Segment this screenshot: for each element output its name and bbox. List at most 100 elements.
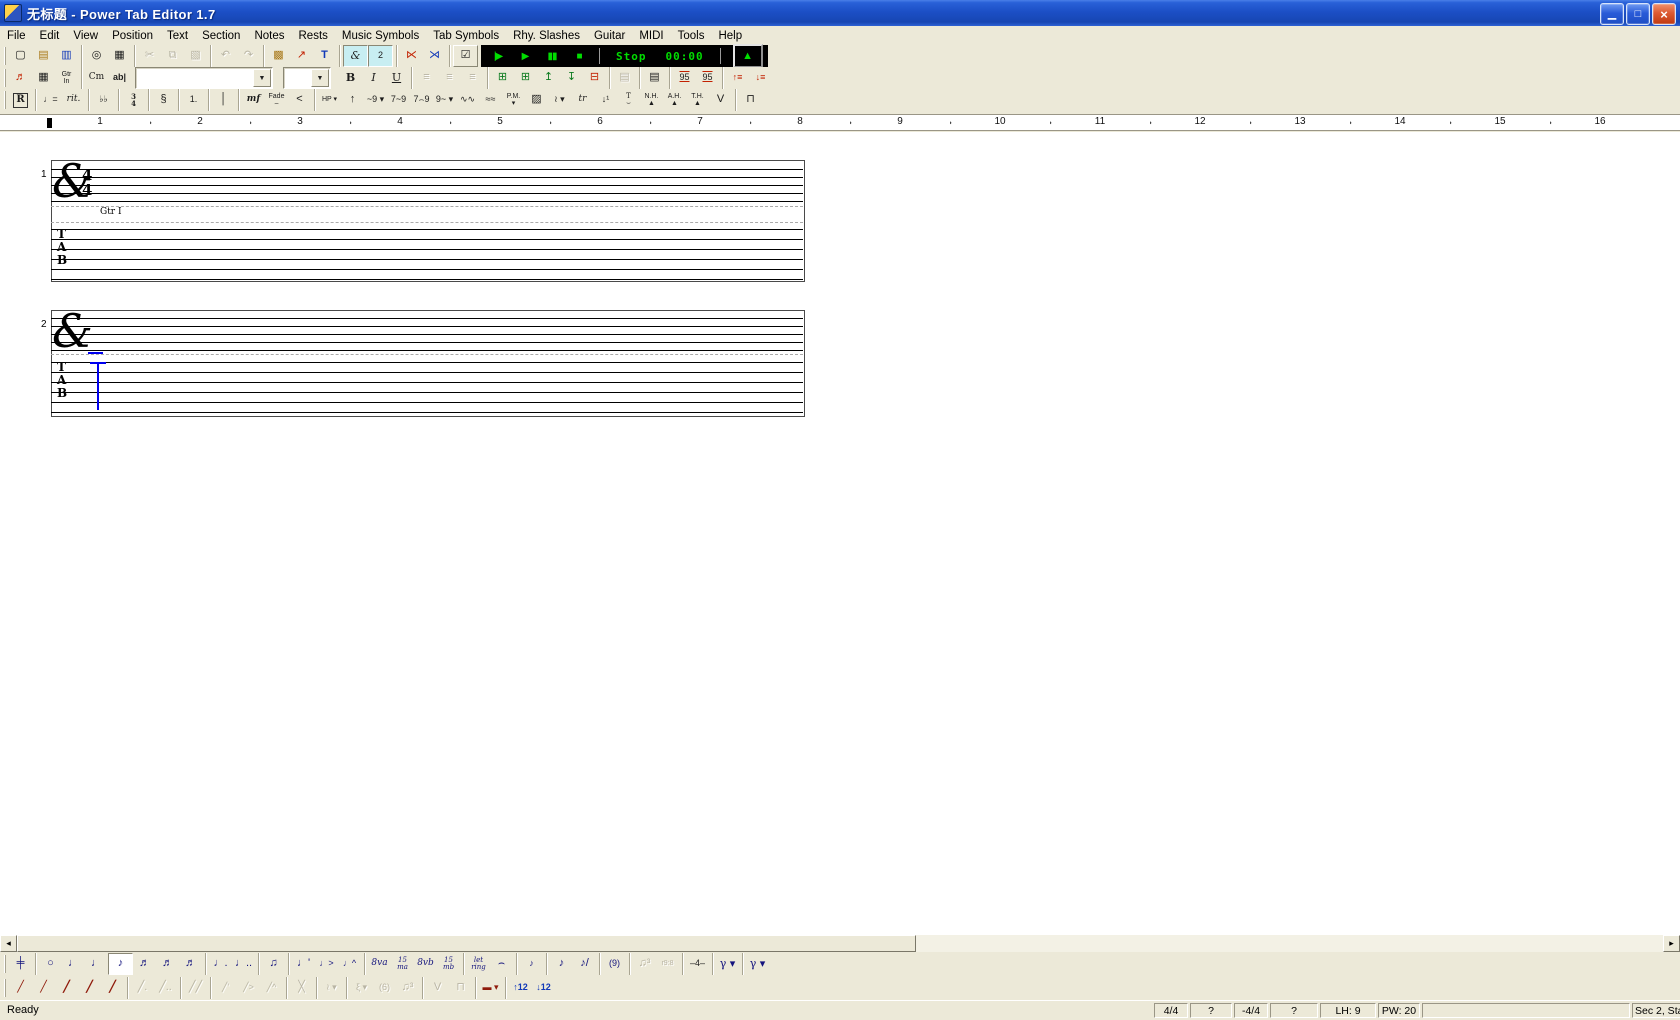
text-tool-icon[interactable]: ab| (108, 67, 131, 89)
position-width-alt-icon[interactable]: 95 (696, 67, 719, 89)
play-from-start-button[interactable]: |▶ (486, 47, 510, 65)
menu-position[interactable]: Position (105, 29, 160, 43)
sixtyfourth-note-icon[interactable]: ♬ (179, 953, 202, 975)
rest-duration-icon[interactable]: γ ▾ (716, 953, 739, 975)
scroll-left-button[interactable]: ◂ (0, 935, 17, 952)
undo-icon[interactable]: ↶ (214, 45, 237, 67)
align-right-icon[interactable]: ≡ (461, 67, 484, 89)
half-note-icon[interactable]: ♩ (62, 953, 85, 975)
pickstroke-icon[interactable]: ⊓ (739, 89, 762, 111)
add-rest-icon[interactable]: γ ▾ (746, 953, 769, 975)
double-dotted-note-icon[interactable]: ♩.. (232, 953, 255, 975)
dotted-slash-icon[interactable]: ╱. (131, 977, 154, 999)
decrease-staff-height-icon[interactable]: ↓≡ (749, 67, 772, 89)
tablature-staff[interactable] (51, 229, 803, 280)
hammer-pull-icon[interactable]: HP ▾ (318, 89, 341, 111)
chevron-down-icon[interactable]: ▼ (311, 69, 329, 87)
octave-15ma-icon[interactable]: 15 ma (391, 953, 414, 975)
toolbar-gripper[interactable] (2, 979, 9, 997)
slash-whole-icon[interactable]: ╱ (9, 977, 32, 999)
play-button[interactable]: ▶ (513, 47, 537, 65)
underline-icon[interactable]: U (385, 67, 408, 89)
triplet-slash-icon[interactable]: ♫³ (396, 977, 419, 999)
octave-8va-icon[interactable]: 8va (368, 953, 391, 975)
guitar-setup-icon[interactable]: ♬ (9, 67, 32, 89)
guitar-score-view-icon[interactable]: & (343, 45, 368, 67)
new-icon[interactable]: ▢ (9, 45, 32, 67)
accent-slash-icon[interactable]: ╱> (237, 977, 260, 999)
single-note-icon[interactable]: ▬ ▾ (479, 977, 502, 999)
sixteenth-note-icon[interactable]: ♬ (133, 953, 156, 975)
line-spacing-icon[interactable]: ▤ (643, 67, 666, 89)
heavy-accent-slash-icon[interactable]: ╱^ (260, 977, 283, 999)
add-staff-icon[interactable]: ⊞ (514, 67, 537, 89)
toolbar-gripper[interactable] (2, 955, 9, 973)
tap-icon[interactable]: T ⌣ (617, 89, 640, 111)
pickstroke-slash-icon[interactable]: ⊓ (449, 977, 472, 999)
slash-half-icon[interactable]: ╱ (32, 977, 55, 999)
slash-sixteenth-icon[interactable]: ╱ (101, 977, 124, 999)
staff-properties-icon[interactable]: ▤ (613, 67, 636, 89)
trill-icon[interactable]: tr (571, 89, 594, 111)
menu-help[interactable]: Help (711, 29, 749, 43)
guitar-tuner-icon[interactable]: ⋉ (400, 45, 423, 67)
grace-note-slash-icon[interactable]: ♪/ (573, 953, 596, 975)
menu-file[interactable]: File (0, 29, 33, 43)
triplet-icon[interactable]: ♫³ (633, 953, 656, 975)
natural-harmonic-icon[interactable]: N.H. ▲ (640, 89, 663, 111)
mixer-icon[interactable]: ▩ (267, 45, 290, 67)
print-preview-icon[interactable]: ◎ (85, 45, 108, 67)
font-combo[interactable]: ▼ (135, 67, 273, 89)
dynamic-icon[interactable]: mf (242, 89, 265, 111)
align-center-icon[interactable]: ≡ (438, 67, 461, 89)
alteration-of-pace-icon[interactable]: rit. (62, 89, 85, 111)
beam-notes-icon[interactable]: ♫ (262, 953, 285, 975)
menu-midi[interactable]: MIDI (632, 29, 670, 43)
chord-name-icon[interactable]: Cm (85, 67, 108, 89)
menu-music-symbols[interactable]: Music Symbols (335, 29, 426, 43)
octave-15mb-icon[interactable]: 15 mb (437, 953, 460, 975)
slash-quarter-icon[interactable]: ╱ (55, 977, 78, 999)
tab-view-icon[interactable]: 2 (368, 45, 393, 67)
scroll-right-button[interactable]: ▸ (1663, 935, 1680, 952)
wide-vibrato-icon[interactable]: ≈≈ (479, 89, 502, 111)
toolbar-gripper[interactable] (2, 47, 9, 65)
standard-staff[interactable] (51, 169, 803, 202)
vibrato-icon[interactable]: ∿∿ (456, 89, 479, 111)
italic-icon[interactable]: I (362, 67, 385, 89)
beam-slashes-icon[interactable]: ╱╱ (184, 977, 207, 999)
chord-dictionary-icon[interactable]: ⋊ (423, 45, 446, 67)
chevron-down-icon[interactable]: ▼ (253, 69, 271, 87)
vibrato-bar-icon[interactable]: V (709, 89, 732, 111)
tuning-icon[interactable]: ▦ (32, 67, 55, 89)
ghost-note-icon[interactable]: (9) (603, 953, 626, 975)
menu-tools[interactable]: Tools (671, 29, 712, 43)
muted-slash-icon[interactable]: ╳ (290, 977, 313, 999)
insert-staff-above-icon[interactable]: ↥ (537, 67, 560, 89)
grace-note-icon[interactable]: ♪ (550, 953, 573, 975)
redo-icon[interactable]: ↷ (237, 45, 260, 67)
toolbar-gripper[interactable] (2, 69, 9, 87)
font-size-combo[interactable]: ▼ (283, 67, 331, 89)
palm-mute-icon[interactable]: P.M. ▾ (502, 89, 525, 111)
minimize-button[interactable]: ▁ (1600, 3, 1624, 25)
save-icon[interactable]: ▥ (55, 45, 78, 67)
double-dotted-slash-icon[interactable]: ╱.. (154, 977, 177, 999)
eighth-note-icon[interactable]: ♪ (108, 953, 133, 975)
metronome-toggle[interactable]: ▲ (733, 44, 763, 68)
slide-legato-icon[interactable]: 7~9 (387, 89, 410, 111)
align-left-icon[interactable]: ≡ (415, 67, 438, 89)
menu-text[interactable]: Text (160, 29, 195, 43)
position-width-icon[interactable]: 95 (673, 67, 696, 89)
stop-button[interactable]: ■ (567, 47, 591, 65)
barline-icon[interactable]: │ (212, 89, 235, 111)
ending-icon[interactable]: 1. (182, 89, 205, 111)
pause-button[interactable]: ▮▮ (540, 47, 564, 65)
quarter-note-icon[interactable]: ♩ (85, 953, 108, 975)
tapped-harmonic-icon[interactable]: T.H. ▲ (686, 89, 709, 111)
horizontal-scrollbar[interactable]: ◂ ▸ (0, 935, 1680, 952)
sextuplet-slash-icon[interactable]: (6) (373, 977, 396, 999)
slide-into-icon[interactable]: ~9 ▾ (364, 89, 387, 111)
tie-icon[interactable]: ⌢ (490, 953, 513, 975)
time-signature-icon[interactable]: 3 4 (122, 89, 145, 111)
